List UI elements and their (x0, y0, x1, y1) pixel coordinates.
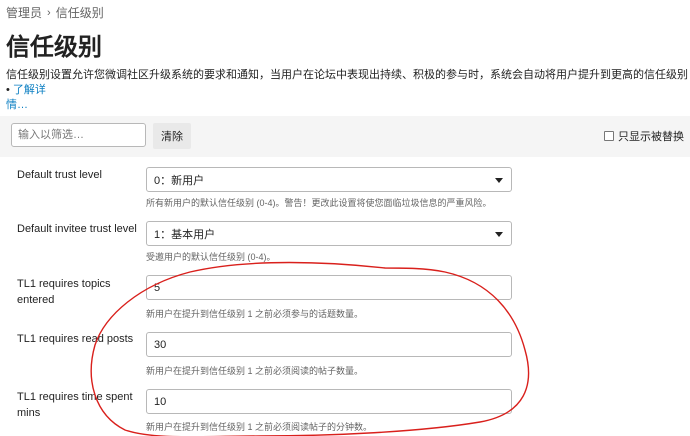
select-value: 0：新用户 (154, 174, 205, 187)
tl1-read-posts-input[interactable]: 30 (146, 332, 512, 357)
setting-help: 受邀用户的默认信任级别 (0-4)。 (146, 252, 276, 262)
tl1-topics-entered-input[interactable]: 5 (146, 275, 512, 300)
filter-bar: 清除 只显示被替换 (0, 116, 690, 157)
default-invitee-trust-level-select[interactable]: 1：基本用户 (146, 221, 512, 246)
page-description: 信任级别设置允许您微调社区升级系统的要求和通知，当用户在论坛中表现出持续、积极的… (6, 68, 690, 113)
caret-down-icon (495, 232, 503, 237)
setting-label-default-invitee-trust-level: Default invitee trust level (17, 223, 137, 235)
setting-help: 新用户在提升到信任级别 1 之前必须阅读帖子的分钟数。 (146, 422, 373, 432)
only-overridden-label: 只显示被替换 (618, 131, 684, 143)
setting-label-tl1-read-posts: TL1 requires read posts (17, 333, 134, 345)
setting-label-tl1-topics-entered: TL1 requires topics entered (17, 278, 111, 306)
caret-down-icon (495, 178, 503, 183)
breadcrumb-admin-link[interactable]: 管理员 (6, 4, 42, 21)
description-text: 信任级别设置允许您微调社区升级系统的要求和通知，当用户在论坛中表现出持续、积极的… (6, 69, 688, 96)
page-title: 信任级别 (6, 34, 102, 61)
filter-input[interactable] (11, 123, 146, 147)
setting-label-default-trust-level: Default trust level (17, 169, 102, 181)
only-overridden-toggle[interactable]: 只显示被替换 (604, 128, 684, 144)
learn-more-link[interactable]: 了解详 情… (6, 84, 46, 111)
default-trust-level-select[interactable]: 0：新用户 (146, 167, 512, 192)
setting-help: 新用户在提升到信任级别 1 之前必须参与的话题数量。 (146, 309, 364, 319)
setting-help: 所有新用户的默认信任级别 (0-4)。警告！更改此设置将使您面临垃圾信息的严重风… (146, 198, 492, 208)
setting-help: 新用户在提升到信任级别 1 之前必须阅读的帖子数量。 (146, 366, 364, 376)
breadcrumb-current-link[interactable]: 信任级别 (56, 4, 104, 21)
setting-label-tl1-time-spent: TL1 requires time spent mins (17, 391, 133, 419)
clear-filter-button[interactable]: 清除 (153, 123, 191, 149)
breadcrumb: 管理员 › 信任级别 (6, 4, 104, 21)
checkbox[interactable] (604, 131, 614, 141)
chevron-right-icon: › (47, 6, 51, 19)
select-value: 1：基本用户 (154, 228, 216, 241)
tl1-time-spent-input[interactable]: 10 (146, 389, 512, 414)
